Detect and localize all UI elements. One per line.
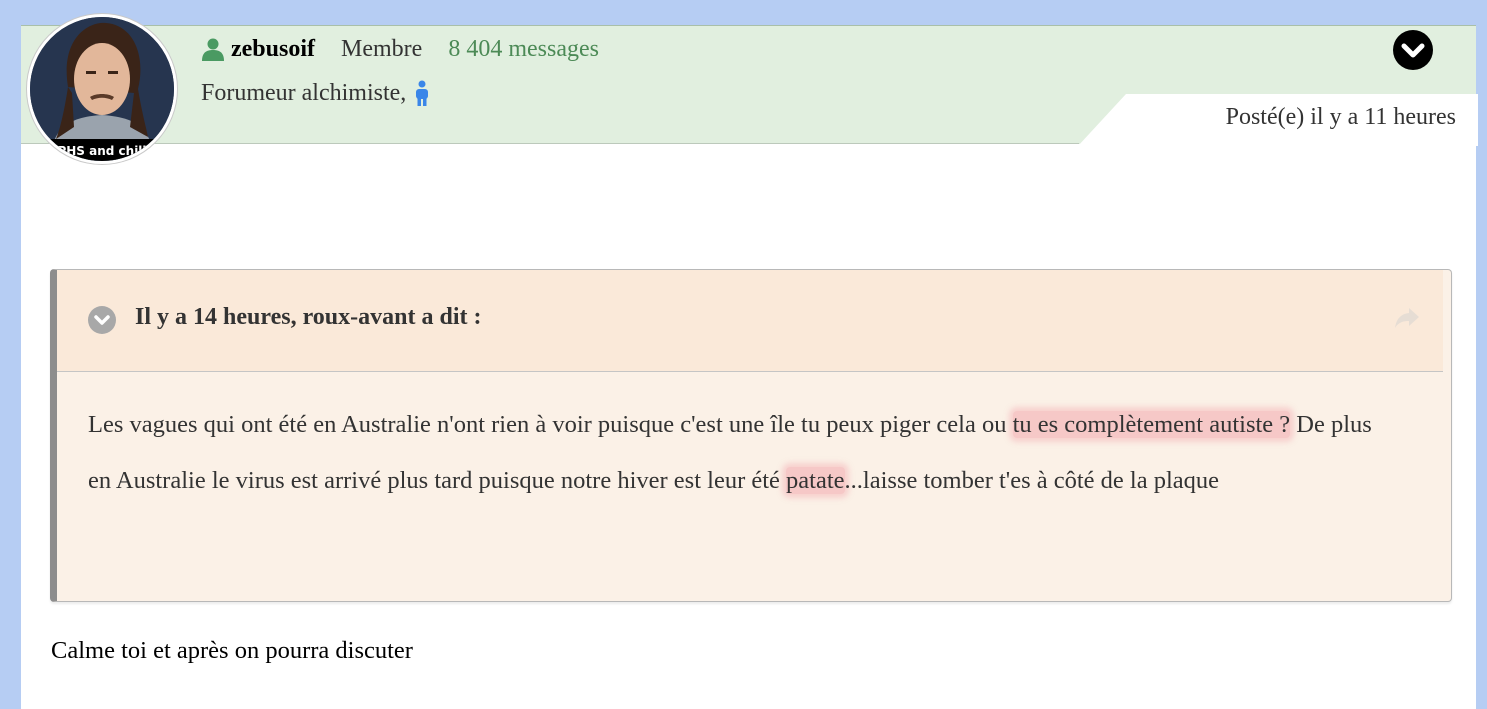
quote-expand-button[interactable]	[88, 306, 116, 334]
highlighted-text: patate	[786, 467, 845, 494]
quote-text: Les vagues qui ont été en Australie n'on…	[88, 411, 1013, 438]
avatar[interactable]: PHS and chill	[27, 14, 177, 164]
author-info: zebusoif Membre 8 404 messages	[201, 32, 599, 66]
quote-header: Il y a 14 heures, roux-avant a dit :	[57, 270, 1443, 372]
quote-citation: Il y a 14 heures, roux-avant a dit :	[135, 304, 482, 330]
quote-body: Les vagues qui ont été en Australie n'on…	[88, 397, 1388, 509]
member-title-text: Forumeur alchimiste,	[201, 79, 407, 106]
member-role: Membre	[341, 35, 423, 62]
quote-block: Il y a 14 heures, roux-avant a dit : Les…	[50, 269, 1452, 602]
user-icon	[202, 38, 224, 61]
avatar-caption: PHS and chill	[57, 144, 146, 158]
post-content: Calme toi et après on pourra discuter	[51, 637, 413, 664]
chevron-down-icon	[94, 315, 110, 325]
share-arrow-icon[interactable]	[1393, 306, 1421, 330]
member-title: Forumeur alchimiste,	[201, 76, 432, 110]
highlighted-text: tu es complètement autiste ?	[1012, 411, 1291, 438]
chevron-down-icon	[1401, 43, 1425, 58]
posted-time[interactable]: Posté(e) il y a 11 heures	[1226, 104, 1456, 131]
quote-text: ...laisse tomber t'es à côté de la plaqu…	[844, 467, 1220, 494]
forum-post: PHS and chill zebusoif Membre 8 404 mess…	[21, 14, 1478, 709]
post-menu-button[interactable]	[1393, 30, 1433, 70]
male-icon	[416, 80, 429, 106]
header-divider	[21, 143, 1079, 144]
message-count: 8 404 messages	[448, 35, 599, 62]
username-link[interactable]: zebusoif	[231, 36, 315, 63]
